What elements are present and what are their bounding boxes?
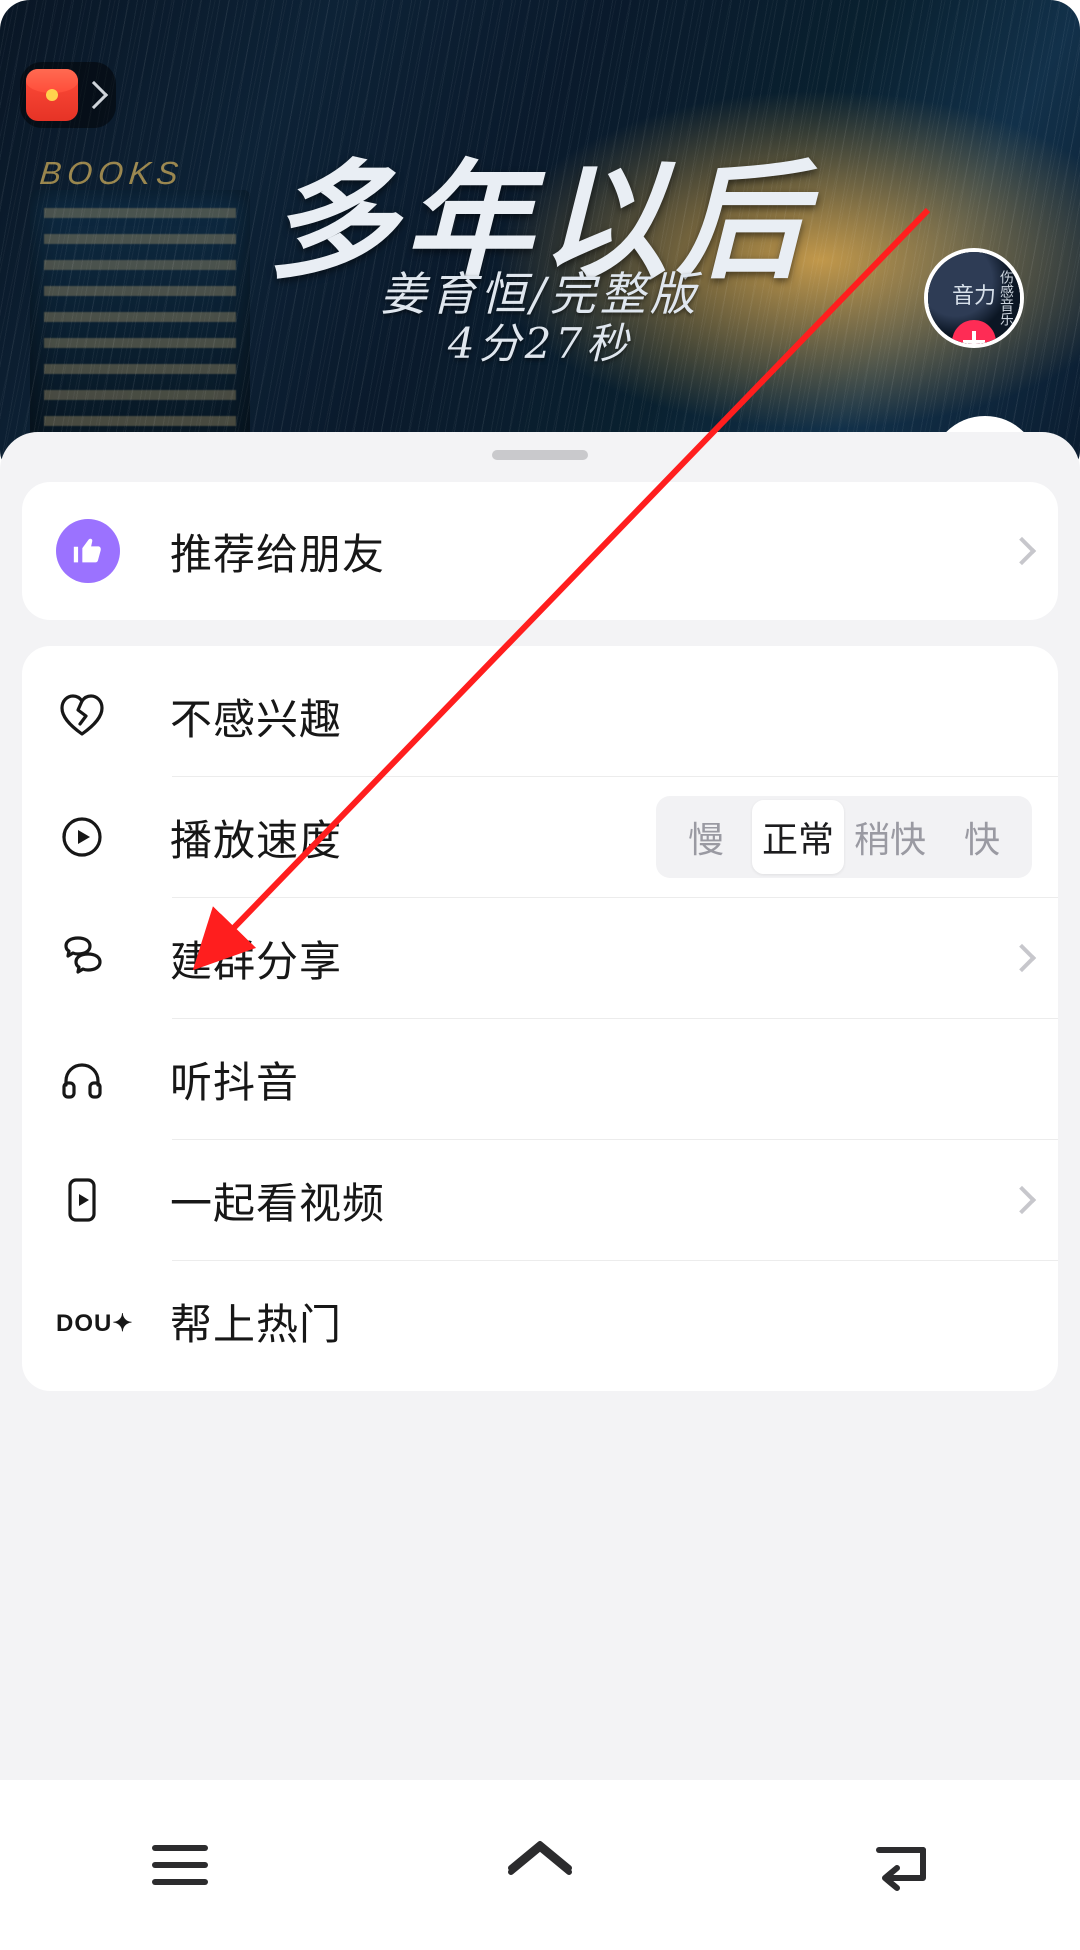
sheet-grab-handle[interactable]	[492, 450, 588, 460]
red-envelope-button[interactable]	[20, 62, 116, 128]
home-outline-icon	[497, 1822, 583, 1908]
playback-speed-row: 播放速度 慢 正常 稍快 快	[22, 777, 1058, 897]
listen-douyin-label: 听抖音	[170, 1049, 299, 1110]
app-root: BOOKS 多年以后 姜育恒/完整版 4分27秒 音力 伤感音乐	[0, 0, 1080, 1950]
not-interested-row[interactable]: 不感兴趣	[22, 656, 1058, 776]
system-nav-bar	[0, 1780, 1080, 1950]
nav-back-button[interactable]	[800, 1780, 1000, 1950]
chevron-right-icon	[1008, 537, 1036, 565]
nav-home-button[interactable]	[440, 1780, 640, 1950]
listen-douyin-row[interactable]: 听抖音	[22, 1019, 1058, 1139]
phone-play-icon	[56, 1174, 108, 1226]
headphones-icon	[56, 1053, 108, 1105]
watch-together-label: 一起看视频	[170, 1170, 385, 1231]
dou-plus-icon: DOU✦	[56, 1309, 133, 1338]
avatar-side-text: 伤感音乐	[996, 270, 1016, 326]
options-card: 不感兴趣 播放速度 慢 正常 稍快 快	[22, 646, 1058, 1391]
speed-normal-button[interactable]: 正常	[752, 800, 844, 874]
hamburger-icon	[137, 1822, 223, 1908]
video-duration: 4分27秒	[448, 310, 632, 371]
heart-broken-icon	[56, 690, 108, 742]
back-icon	[857, 1822, 943, 1908]
nav-recent-button[interactable]	[80, 1780, 280, 1950]
thumbs-up-icon	[56, 519, 120, 583]
chevron-right-icon	[80, 81, 108, 109]
recommend-row[interactable]: 推荐给朋友	[22, 492, 1058, 610]
watch-together-row[interactable]: 一起看视频	[22, 1140, 1058, 1260]
author-avatar[interactable]: 音力 伤感音乐	[924, 248, 1024, 348]
not-interested-label: 不感兴趣	[170, 686, 342, 747]
speed-little-fast-button[interactable]: 稍快	[844, 800, 936, 874]
video-background[interactable]: BOOKS 多年以后 姜育恒/完整版 4分27秒 音力 伤感音乐	[0, 0, 1080, 480]
chat-group-icon	[56, 932, 108, 984]
chevron-right-icon	[1008, 1186, 1036, 1214]
chevron-right-icon	[1008, 944, 1036, 972]
recommend-label: 推荐给朋友	[170, 521, 385, 582]
group-share-label: 建群分享	[170, 928, 342, 989]
boost-hot-row[interactable]: DOU✦ 帮上热门	[22, 1261, 1058, 1381]
red-envelope-icon	[26, 69, 78, 121]
options-sheet: 推荐给朋友 不感兴趣 播放速度	[0, 432, 1080, 1780]
speed-fast-button[interactable]: 快	[936, 800, 1028, 874]
speed-slow-button[interactable]: 慢	[660, 800, 752, 874]
playback-speed-label: 播放速度	[170, 807, 342, 868]
recommend-card: 推荐给朋友	[22, 482, 1058, 620]
speed-segmented-control: 慢 正常 稍快 快	[656, 796, 1032, 878]
speed-icon	[56, 811, 108, 863]
avatar-main-text: 音力	[952, 278, 996, 310]
group-share-row[interactable]: 建群分享	[22, 898, 1058, 1018]
boost-hot-label: 帮上热门	[170, 1291, 342, 1352]
